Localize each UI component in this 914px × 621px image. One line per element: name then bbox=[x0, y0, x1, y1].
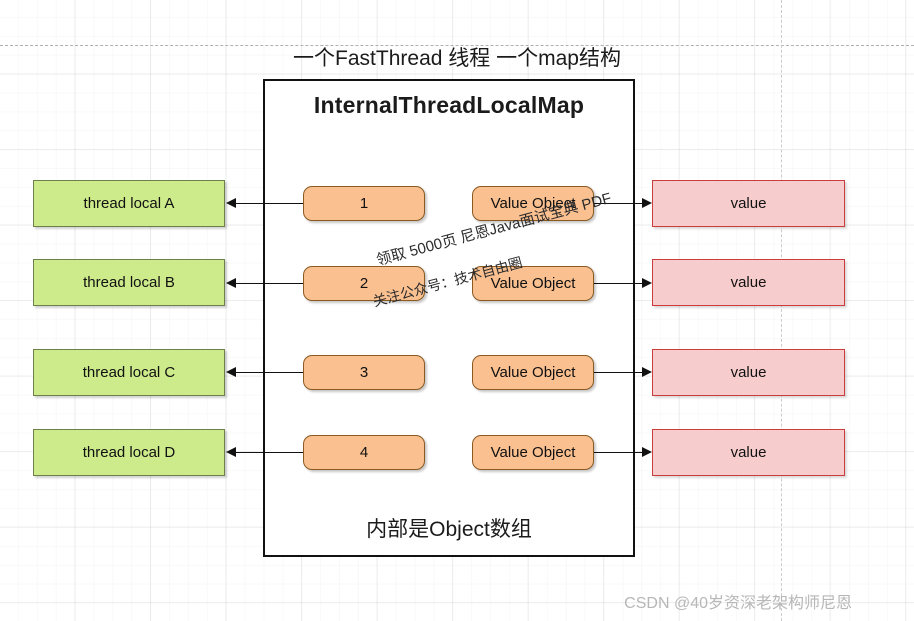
value-object-label: Value Object bbox=[490, 444, 576, 461]
map-index-box-4[interactable]: 4 bbox=[303, 435, 425, 470]
value-object-box-4[interactable]: Value Object bbox=[472, 435, 594, 470]
map-index-label: 1 bbox=[359, 195, 369, 212]
value-object-label: Value Object bbox=[490, 364, 576, 381]
map-index-box-1[interactable]: 1 bbox=[303, 186, 425, 221]
thread-local-box-a[interactable]: thread local A bbox=[33, 180, 225, 227]
connector-valueobject-to-value-3 bbox=[594, 372, 642, 373]
value-label: value bbox=[730, 195, 767, 212]
map-index-box-3[interactable]: 3 bbox=[303, 355, 425, 390]
connector-valueobject-to-value-4 bbox=[594, 452, 642, 453]
value-object-box-2[interactable]: Value Object bbox=[472, 266, 594, 301]
thread-local-label: thread local A bbox=[83, 195, 175, 212]
map-index-label: 3 bbox=[359, 364, 369, 381]
value-label: value bbox=[730, 444, 767, 461]
value-box-1[interactable]: value bbox=[652, 180, 845, 227]
top-caption: 一个FastThread 线程 一个map结构 bbox=[293, 47, 621, 70]
thread-local-label: thread local C bbox=[82, 364, 176, 381]
map-title: InternalThreadLocalMap bbox=[313, 92, 585, 118]
arrowhead-right-2 bbox=[642, 277, 652, 288]
arrowhead-left-4 bbox=[226, 446, 236, 457]
arrowhead-left-2 bbox=[226, 277, 236, 288]
connector-index-to-threadlocal-3 bbox=[235, 372, 303, 373]
value-object-box-1[interactable]: Value Object bbox=[472, 186, 594, 221]
connector-index-to-threadlocal-1 bbox=[235, 203, 303, 204]
map-index-box-2[interactable]: 2 bbox=[303, 266, 425, 301]
connector-index-to-threadlocal-2 bbox=[235, 283, 303, 284]
thread-local-label: thread local D bbox=[82, 444, 176, 461]
value-label: value bbox=[730, 274, 767, 291]
thread-local-box-c[interactable]: thread local C bbox=[33, 349, 225, 396]
value-box-2[interactable]: value bbox=[652, 259, 845, 306]
csdn-watermark: CSDN @40岁资深老架构师尼恩 bbox=[624, 595, 852, 612]
value-object-box-3[interactable]: Value Object bbox=[472, 355, 594, 390]
map-footer-note: 内部是Object数组 bbox=[366, 518, 532, 541]
thread-local-label: thread local B bbox=[83, 274, 175, 291]
map-index-label: 4 bbox=[359, 444, 369, 461]
thread-local-box-d[interactable]: thread local D bbox=[33, 429, 225, 476]
arrowhead-right-1 bbox=[642, 197, 652, 208]
diagram-canvas: 一个FastThread 线程 一个map结构 InternalThreadLo… bbox=[0, 0, 914, 621]
arrowhead-left-3 bbox=[226, 366, 236, 377]
connector-index-to-threadlocal-4 bbox=[235, 452, 303, 453]
connector-valueobject-to-value-2 bbox=[594, 283, 642, 284]
arrowhead-right-4 bbox=[642, 446, 652, 457]
value-label: value bbox=[730, 364, 767, 381]
connector-valueobject-to-value-1 bbox=[594, 203, 642, 204]
value-box-3[interactable]: value bbox=[652, 349, 845, 396]
map-index-label: 2 bbox=[359, 275, 369, 292]
guide-line-vertical bbox=[781, 0, 782, 621]
value-object-label: Value Object bbox=[490, 195, 576, 212]
value-object-label: Value Object bbox=[490, 275, 576, 292]
thread-local-box-b[interactable]: thread local B bbox=[33, 259, 225, 306]
value-box-4[interactable]: value bbox=[652, 429, 845, 476]
internal-thread-local-map-container bbox=[263, 79, 635, 557]
arrowhead-left-1 bbox=[226, 197, 236, 208]
arrowhead-right-3 bbox=[642, 366, 652, 377]
